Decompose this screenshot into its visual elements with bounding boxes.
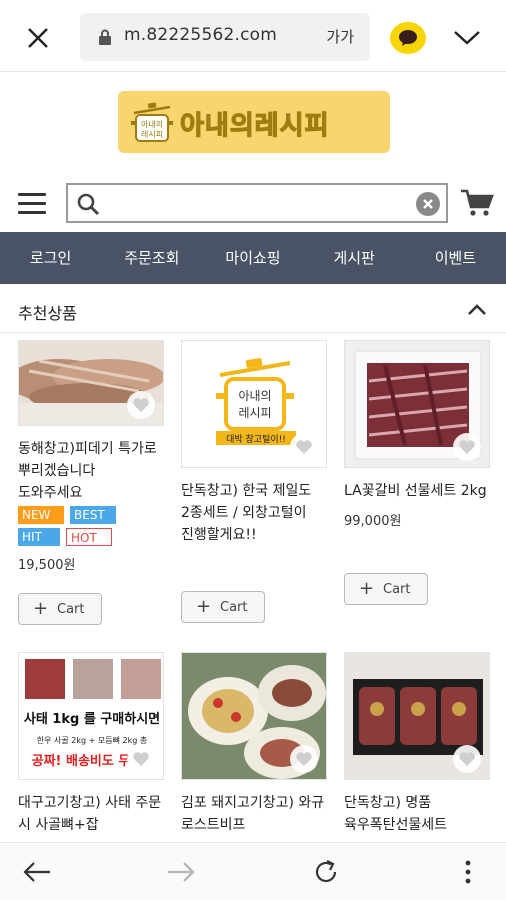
image-caption-1: 아내의: [238, 389, 271, 403]
nav-my-shopping[interactable]: 마이쇼핑: [202, 232, 303, 284]
product-name[interactable]: 단독창고) 명품 육우폭탄선물세트: [344, 792, 490, 836]
heart-icon[interactable]: [290, 745, 318, 773]
add-to-cart-button[interactable]: + Cart: [344, 573, 428, 605]
nav-board[interactable]: 게시판: [304, 232, 405, 284]
product-name[interactable]: 단독창고) 한국 제일도 2종세트 / 외창고털이 진행할게요!!: [181, 480, 327, 546]
heart-icon[interactable]: [453, 745, 481, 773]
main-nav: 로그인 주문조회 마이쇼핑 게시판 이벤트: [0, 232, 506, 284]
product-image[interactable]: [344, 652, 490, 780]
cart-icon[interactable]: [460, 188, 494, 218]
product-image[interactable]: [18, 340, 164, 426]
product-image[interactable]: 아내의 레시피 대박 창고털이!!: [181, 340, 327, 468]
product-name[interactable]: 김포 돼지고기창고) 와규 로스트비프: [181, 792, 327, 836]
product-card[interactable]: 아내의 레시피 대박 창고털이!! 단독창고) 한국 제일도 2종세트 / 외창…: [181, 340, 327, 546]
product-name[interactable]: 대구고기창고) 사태 주문 시 사골뼈+잡: [18, 792, 164, 836]
cart-button-label: Cart: [383, 582, 411, 597]
badge-hot: HOT: [66, 528, 112, 546]
plus-icon: +: [196, 596, 212, 617]
more-icon[interactable]: [464, 859, 472, 885]
product-price: 99,000원: [344, 514, 402, 529]
heart-icon[interactable]: [127, 391, 155, 419]
product-card[interactable]: 동해창고)피데기 특가로 뿌리겠습니다 도와주세요 NEW BEST HIT H…: [18, 340, 164, 573]
browser-bottom-bar: [0, 842, 506, 900]
hamburger-menu-icon[interactable]: [18, 193, 46, 215]
clear-icon[interactable]: [416, 192, 440, 216]
image-banner: 대박 창고털이!!: [226, 433, 286, 445]
nav-event[interactable]: 이벤트: [405, 232, 506, 284]
plus-icon: +: [33, 598, 49, 619]
pot-logo-icon: 아내의 레시피: [131, 102, 173, 142]
badge-group: NEW BEST HIT HOT: [18, 506, 128, 546]
cart-button-label: Cart: [57, 602, 85, 617]
back-arrow-icon[interactable]: [22, 861, 52, 883]
svg-text:레시피: 레시피: [141, 130, 163, 139]
badge-new: NEW: [18, 506, 64, 524]
add-to-cart-button[interactable]: + Cart: [181, 591, 265, 623]
image-caption-2: 레시피: [238, 406, 271, 420]
cart-button-label: Cart: [220, 600, 248, 615]
logo-text: 아내의레시피: [179, 110, 330, 141]
badge-hit: HIT: [18, 528, 60, 546]
heart-icon[interactable]: [453, 433, 481, 461]
url-text: m.82225562.com: [124, 25, 278, 45]
lock-icon: [99, 29, 111, 45]
heart-icon[interactable]: [127, 745, 155, 773]
product-name[interactable]: 동해창고)피데기 특가로 뿌리겠습니다 도와주세요: [18, 438, 164, 504]
product-image[interactable]: 사태 1kg 를 구매하시면 한우 사골 2kg + 모듬뼈 2kg 총 공짜!…: [18, 652, 164, 780]
nav-order-lookup[interactable]: 주문조회: [101, 232, 202, 284]
product-price: 19,500원: [18, 558, 76, 573]
chevron-down-icon[interactable]: [452, 26, 482, 48]
product-card[interactable]: 김포 돼지고기창고) 와규 로스트비프: [181, 652, 327, 836]
collapse-icon[interactable]: [466, 303, 488, 317]
address-bar[interactable]: m.82225562.com 가가: [80, 13, 370, 61]
search-bar: [66, 183, 448, 223]
nav-login[interactable]: 로그인: [0, 232, 101, 284]
page: m.82225562.com 가가 아내의 레시피 아내의레시피 로그인 주문조…: [0, 0, 506, 900]
product-image[interactable]: [344, 340, 490, 468]
product-card[interactable]: LA꽃갈비 선물세트 2kg 99,000원: [344, 340, 490, 529]
font-size-button[interactable]: 가가: [326, 26, 354, 47]
image-line-3: 공짜! 배송비도 무: [32, 753, 131, 769]
add-to-cart-button[interactable]: + Cart: [18, 593, 102, 625]
browser-toolbar: m.82225562.com 가가: [0, 0, 506, 72]
image-line-1: 사태 1kg 를 구매하시면: [24, 711, 160, 727]
plus-icon: +: [359, 578, 375, 599]
product-card[interactable]: 단독창고) 명품 육우폭탄선물세트: [344, 652, 490, 836]
heart-icon[interactable]: [290, 433, 318, 461]
forward-arrow-icon[interactable]: [166, 861, 196, 883]
product-name[interactable]: LA꽃갈비 선물세트 2kg: [344, 480, 490, 502]
image-line-2: 한우 사골 2kg + 모듬뼈 2kg 총: [37, 735, 147, 745]
svg-text:아내의: 아내의: [141, 119, 163, 129]
site-logo[interactable]: 아내의 레시피 아내의레시피: [118, 91, 390, 153]
close-icon[interactable]: [24, 24, 52, 52]
search-input[interactable]: [112, 189, 412, 217]
kakao-talk-icon[interactable]: [390, 22, 426, 54]
badge-best: BEST: [70, 506, 116, 524]
product-card[interactable]: 사태 1kg 를 구매하시면 한우 사골 2kg + 모듬뼈 2kg 총 공짜!…: [18, 652, 164, 836]
recommended-section-header: 추천상품: [0, 285, 506, 333]
product-image[interactable]: [181, 652, 327, 780]
search-icon[interactable]: [76, 192, 100, 216]
section-title: 추천상품: [18, 304, 77, 323]
refresh-icon[interactable]: [312, 859, 340, 885]
